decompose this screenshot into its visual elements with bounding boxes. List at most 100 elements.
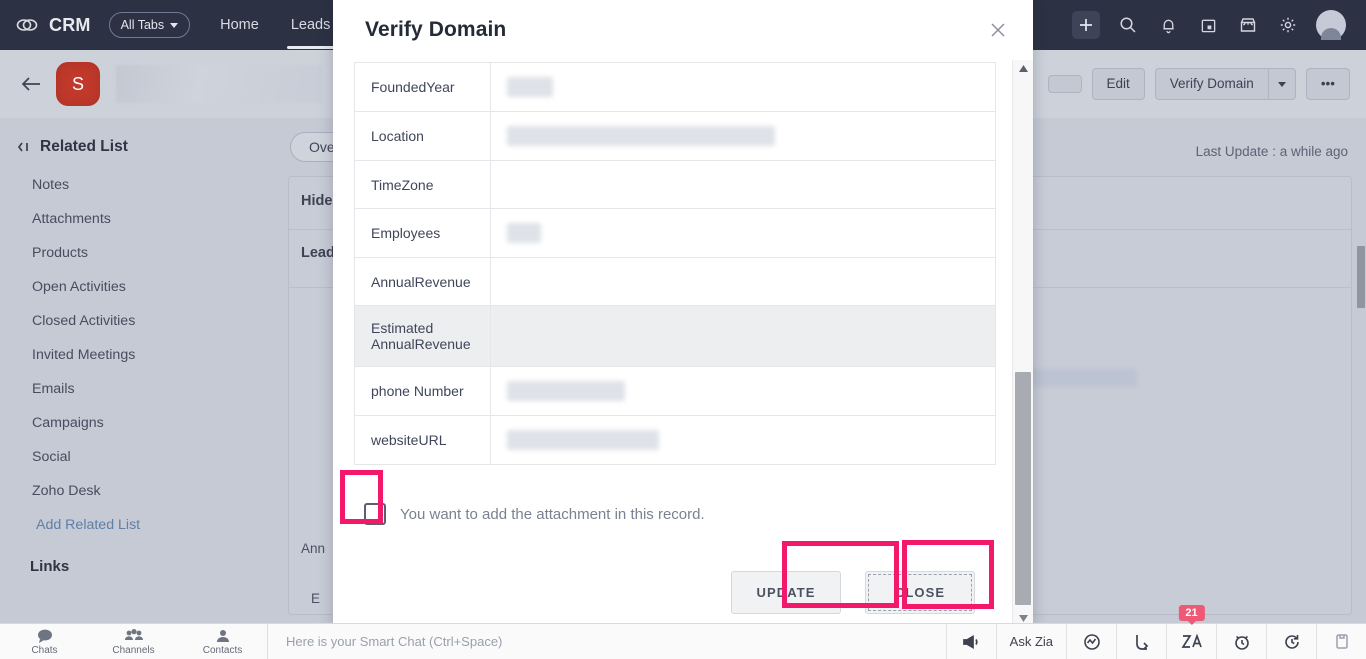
hidden-action-button[interactable]: [1048, 75, 1082, 93]
field-label-employees: Employees: [355, 209, 491, 258]
gear-icon[interactable]: [1276, 13, 1300, 37]
attachment-checkbox[interactable]: [364, 503, 386, 525]
zia-icon[interactable]: 21: [1166, 624, 1216, 659]
bell-icon[interactable]: [1156, 13, 1180, 37]
modal-scrollbar-thumb[interactable]: [1015, 372, 1031, 605]
modal-title: Verify Domain: [365, 18, 506, 42]
sidebar-item-notes[interactable]: Notes: [0, 168, 270, 202]
calendar-icon[interactable]: [1196, 13, 1220, 37]
marketplace-icon[interactable]: [1236, 13, 1260, 37]
chevron-down-icon: [1278, 82, 1286, 87]
verify-domain-button[interactable]: Verify Domain: [1155, 68, 1268, 100]
brand-logo-group[interactable]: CRM: [14, 12, 91, 38]
user-avatar[interactable]: [1316, 10, 1346, 40]
redacted-value: [507, 126, 775, 146]
nav-tab-home[interactable]: Home: [204, 2, 275, 49]
redacted-value: [507, 381, 625, 401]
modal-scroll-content: FoundedYear Location TimeZone Employees: [333, 60, 1012, 627]
alarm-clock-icon[interactable]: [1216, 624, 1266, 659]
field-value-estimated-annualrevenue: [491, 306, 996, 367]
back-arrow-icon[interactable]: [16, 69, 46, 99]
close-button[interactable]: CLOSE: [865, 571, 975, 614]
bottom-item-contacts[interactable]: Contacts: [178, 624, 267, 659]
hide-label: Hide: [301, 193, 332, 209]
lead-section-label: Lead: [301, 245, 335, 261]
table-row: AnnualRevenue: [355, 258, 996, 306]
update-button[interactable]: UPDATE: [731, 571, 841, 614]
field-value-timezone: [491, 161, 996, 209]
table-row: Estimated AnnualRevenue: [355, 306, 996, 367]
modal-footer-actions: UPDATE CLOSE: [333, 571, 975, 614]
ask-zia-button[interactable]: Ask Zia: [996, 624, 1066, 659]
page-scrollbar[interactable]: [1355, 118, 1366, 623]
add-related-list-link[interactable]: Add Related List: [0, 508, 270, 542]
field-value-annualrevenue: [491, 258, 996, 306]
last-update-text: Last Update : a while ago: [1196, 144, 1348, 159]
modal-body: FoundedYear Location TimeZone Employees: [333, 60, 1033, 627]
table-row: TimeZone: [355, 161, 996, 209]
close-icon[interactable]: [985, 17, 1011, 43]
record-header-actions: Edit Verify Domain •••: [1048, 68, 1351, 100]
sidebar-item-closed-activities[interactable]: Closed Activities: [0, 304, 270, 338]
related-list-sidebar: Related List Notes Attachments Products …: [0, 118, 270, 623]
redacted-value: [507, 430, 659, 450]
scroll-up-arrow-icon[interactable]: [1013, 60, 1033, 77]
attachment-checkbox-row: You want to add the attachment in this r…: [364, 503, 1012, 525]
sidebar-item-campaigns[interactable]: Campaigns: [0, 406, 270, 440]
attachment-checkbox-label: You want to add the attachment in this r…: [400, 506, 705, 523]
table-row: Location: [355, 112, 996, 161]
e-label: E: [311, 591, 320, 606]
ann-label: Ann: [301, 541, 325, 556]
bottom-bar: Chats Channels Contacts Here is your Sma…: [0, 623, 1366, 659]
chat-group: Chats Channels Contacts: [0, 624, 268, 659]
table-row: FoundedYear: [355, 63, 996, 112]
zoho-logo-icon: [14, 12, 40, 38]
field-label-estimated-annualrevenue: Estimated AnnualRevenue: [355, 306, 491, 367]
table-row: Employees: [355, 209, 996, 258]
edit-button[interactable]: Edit: [1092, 68, 1145, 100]
verify-domain-dropdown-arrow[interactable]: [1268, 68, 1296, 100]
page-scrollbar-thumb[interactable]: [1357, 246, 1365, 308]
record-name-redacted: [116, 65, 322, 103]
navbar-actions: [1072, 10, 1352, 40]
megaphone-icon[interactable]: [946, 624, 996, 659]
field-label-foundedyear: FoundedYear: [355, 63, 491, 112]
redacted-value: [507, 223, 541, 243]
domain-fields-table: FoundedYear Location TimeZone Employees: [354, 62, 996, 465]
share-icon[interactable]: [1116, 624, 1166, 659]
all-tabs-dropdown[interactable]: All Tabs: [109, 12, 191, 38]
brand-title: CRM: [49, 15, 91, 36]
verify-domain-split-button: Verify Domain: [1155, 68, 1296, 100]
bottom-item-contacts-label: Contacts: [203, 645, 242, 656]
bottom-item-chats-label: Chats: [31, 645, 57, 656]
app-root: CRM All Tabs Home Leads: [0, 0, 1366, 659]
bottom-item-chats[interactable]: Chats: [0, 624, 89, 659]
sidebar-title: Related List: [40, 138, 128, 156]
plus-icon[interactable]: [1072, 11, 1100, 39]
sidebar-item-attachments[interactable]: Attachments: [0, 202, 270, 236]
modal-header: Verify Domain: [333, 0, 1033, 60]
bottom-item-channels[interactable]: Channels: [89, 624, 178, 659]
field-label-websiteurl: websiteURL: [355, 416, 491, 465]
collapse-panel-icon[interactable]: [16, 140, 30, 154]
table-row: websiteURL: [355, 416, 996, 465]
sidebar-links-header: Links: [0, 542, 270, 583]
modal-scrollbar[interactable]: [1012, 60, 1033, 627]
smart-chat-input[interactable]: Here is your Smart Chat (Ctrl+Space): [268, 634, 502, 649]
more-actions-button[interactable]: •••: [1306, 68, 1350, 100]
analytics-icon[interactable]: [1066, 624, 1116, 659]
chevron-down-icon: [170, 23, 178, 28]
field-value-location: [491, 112, 996, 161]
sidebar-item-social[interactable]: Social: [0, 440, 270, 474]
clipboard-icon[interactable]: [1316, 624, 1366, 659]
bottom-item-channels-label: Channels: [112, 645, 154, 656]
history-icon[interactable]: [1266, 624, 1316, 659]
redacted-value: [507, 77, 553, 97]
sidebar-item-open-activities[interactable]: Open Activities: [0, 270, 270, 304]
sidebar-item-invited-meetings[interactable]: Invited Meetings: [0, 338, 270, 372]
sidebar-item-products[interactable]: Products: [0, 236, 270, 270]
redacted-value: [1015, 369, 1137, 387]
search-icon[interactable]: [1116, 13, 1140, 37]
sidebar-item-zoho-desk[interactable]: Zoho Desk: [0, 474, 270, 508]
sidebar-item-emails[interactable]: Emails: [0, 372, 270, 406]
